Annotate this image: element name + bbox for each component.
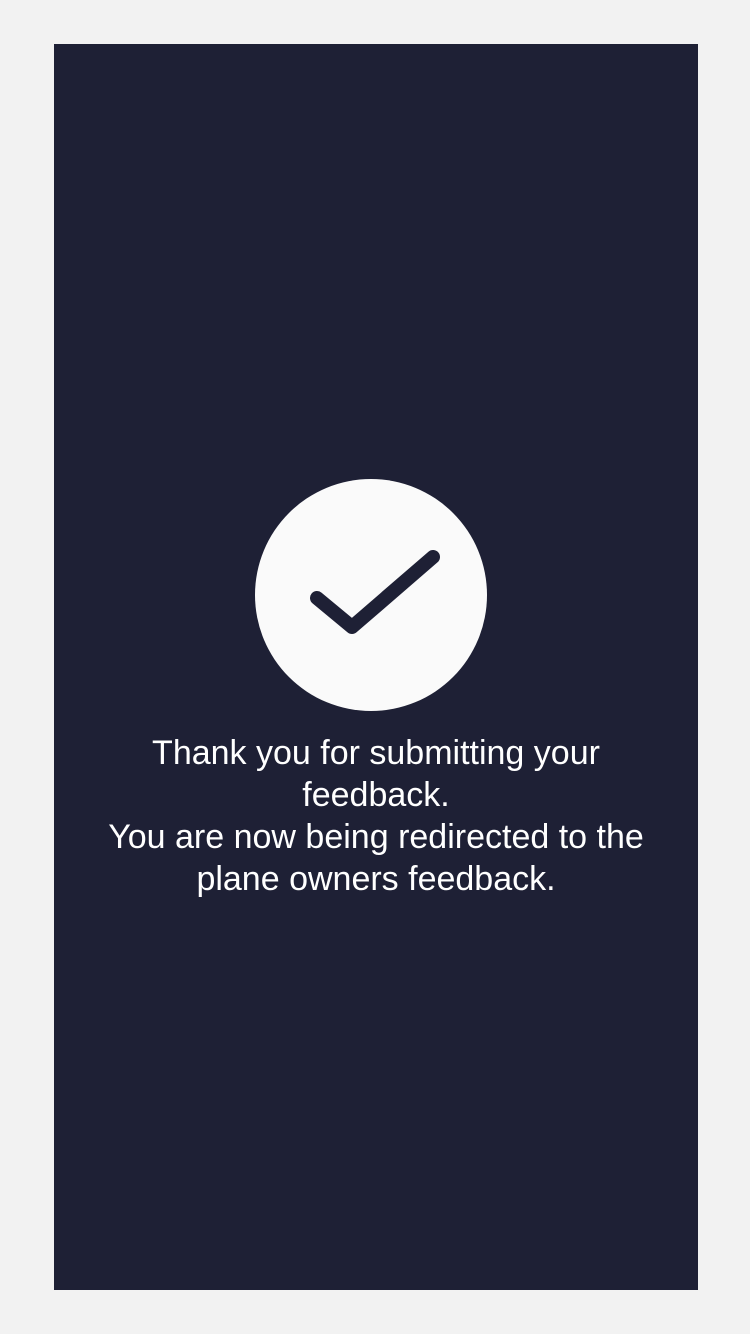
confirmation-message: Thank you for submitting your feedback. … (94, 732, 658, 900)
thank-you-text: Thank you for submitting your feedback. (152, 734, 600, 814)
success-panel: Thank you for submitting your feedback. … (54, 44, 698, 1290)
checkmark-icon (310, 550, 440, 634)
redirect-notice-text: You are now being redirected to the plan… (108, 818, 644, 898)
success-badge (255, 479, 487, 711)
